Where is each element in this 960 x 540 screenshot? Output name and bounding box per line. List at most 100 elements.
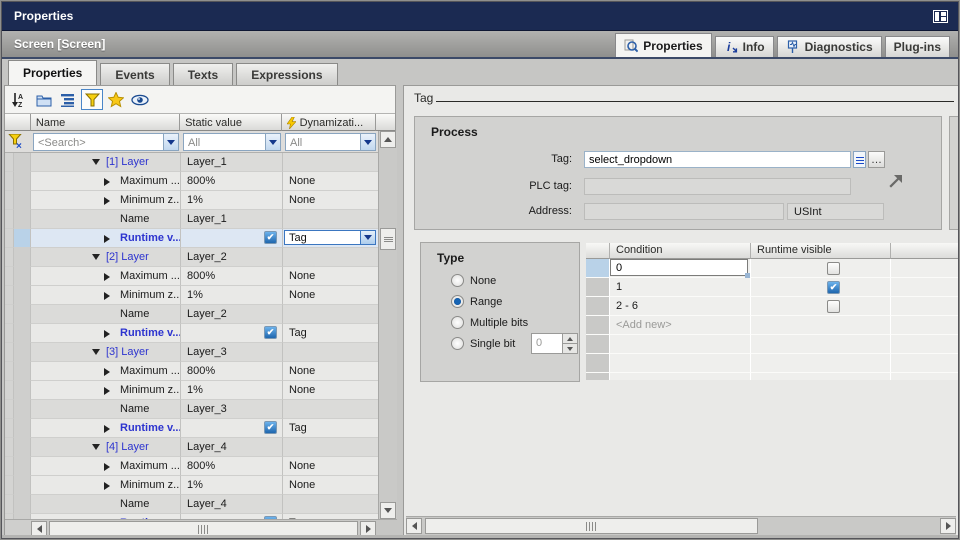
condition-edit-input[interactable]: 0 [610, 259, 748, 276]
filter-icon[interactable] [81, 89, 103, 110]
grid-row-name[interactable]: NameLayer_4 [5, 495, 378, 514]
grid-row-minimum-z[interactable]: Minimum z...1%None [5, 191, 378, 210]
expand-icon[interactable] [104, 463, 110, 471]
scroll-up-button[interactable] [380, 131, 396, 148]
sort-descending-icon[interactable]: AZ [11, 91, 29, 109]
static-value-filter-combo[interactable]: All [183, 133, 281, 151]
tab-texts[interactable]: Texts [173, 63, 233, 85]
tab-events[interactable]: Events [100, 63, 169, 85]
condition-cell[interactable]: 1 [610, 278, 751, 297]
grid-row-maximum[interactable]: Maximum ...800%None [5, 457, 378, 476]
tag-browse-button[interactable]: … [868, 151, 885, 168]
favorites-icon[interactable] [107, 91, 125, 109]
spinner-down-button[interactable] [562, 344, 577, 353]
grid-row-name[interactable]: NameLayer_2 [5, 305, 378, 324]
search-filter-dropdown-button[interactable] [163, 134, 178, 150]
condition-row[interactable]: 2 - 6 [586, 297, 959, 316]
expand-icon[interactable] [104, 197, 110, 205]
radio-option-multiple-bits[interactable]: Multiple bits [451, 315, 528, 330]
clear-filter-icon[interactable]: × [8, 134, 28, 150]
tab-properties[interactable]: Properties [8, 60, 97, 85]
view-tab-properties[interactable]: Properties [615, 33, 711, 57]
radio-option-none[interactable]: None [451, 273, 496, 288]
grid-row-maximum[interactable]: Maximum ...800%None [5, 172, 378, 191]
header-static-value[interactable]: Static value [180, 114, 281, 131]
radio-unselected[interactable] [451, 316, 464, 329]
tag-input[interactable]: select_dropdown [584, 151, 851, 168]
grid-row-runtime-v[interactable]: Runtime v...Tag [5, 229, 378, 248]
checkbox-checked[interactable] [827, 281, 840, 294]
expand-icon[interactable] [104, 387, 110, 395]
grid-row-3-layer[interactable]: [3] LayerLayer_3 [5, 343, 378, 362]
group-category-icon[interactable] [35, 91, 53, 109]
grid-vertical-scrollbar[interactable] [378, 131, 397, 519]
dynamization-dropdown[interactable]: Tag [284, 230, 376, 245]
runtime-visible-cell[interactable] [751, 316, 891, 335]
vertical-scroll-thumb[interactable] [380, 228, 396, 250]
condition-cell[interactable]: 0 [610, 259, 751, 278]
dropdown-button[interactable] [360, 231, 375, 244]
radio-unselected[interactable] [451, 274, 464, 287]
grid-row-4-layer[interactable]: [4] LayerLayer_4 [5, 438, 378, 457]
pane-layout-icon[interactable] [933, 10, 948, 23]
spinner-up-button[interactable] [562, 334, 577, 344]
collapse-icon[interactable] [92, 349, 100, 355]
grid-row-runtime-v[interactable]: Runtime v...Tag [5, 324, 378, 343]
grid-row-2-layer[interactable]: [2] LayerLayer_2 [5, 248, 378, 267]
expand-icon[interactable] [104, 425, 110, 433]
grid-row-name[interactable]: NameLayer_1 [5, 210, 378, 229]
grid-row-minimum-z[interactable]: Minimum z...1%None [5, 286, 378, 305]
condition-row[interactable]: <Add new> [586, 316, 959, 335]
condition-header-condition[interactable]: Condition [610, 243, 751, 259]
tab-expressions[interactable]: Expressions [236, 63, 337, 85]
checkbox-checked[interactable] [264, 231, 277, 244]
expand-icon[interactable] [104, 368, 110, 376]
condition-row[interactable]: 1 [586, 278, 959, 297]
view-tab-info[interactable]: iInfo [715, 36, 774, 57]
scroll-right-button[interactable] [940, 518, 956, 534]
radio-option-range[interactable]: Range [451, 294, 502, 309]
runtime-visible-cell[interactable] [751, 259, 891, 278]
collapse-icon[interactable] [92, 159, 100, 165]
tag-list-button[interactable] [853, 151, 866, 168]
checkbox-unchecked[interactable] [827, 262, 840, 275]
search-filter-combo[interactable]: <Search> [33, 133, 179, 151]
radio-option-single-bit[interactable]: Single bit [451, 336, 515, 351]
condition-header-runtime-visible[interactable]: Runtime visible [751, 243, 891, 259]
detail-horizontal-scrollbar[interactable] [406, 516, 956, 535]
condition-cell[interactable]: 2 - 6 [610, 297, 751, 316]
condition-cell[interactable]: <Add new> [610, 316, 751, 335]
grid-row-maximum[interactable]: Maximum ...800%None [5, 362, 378, 381]
checkbox-checked[interactable] [264, 326, 277, 339]
runtime-visible-cell[interactable] [751, 278, 891, 297]
grid-row-minimum-z[interactable]: Minimum z...1%None [5, 381, 378, 400]
grid-row-runtime-v[interactable]: Runtime v...Tag [5, 419, 378, 438]
collapse-icon[interactable] [92, 444, 100, 450]
dynamization-filter-combo[interactable]: All [285, 133, 376, 151]
checkbox-checked[interactable] [264, 421, 277, 434]
horizontal-scroll-thumb[interactable] [425, 518, 758, 534]
condition-row[interactable]: 0 [586, 259, 959, 278]
grid-row-name[interactable]: NameLayer_3 [5, 400, 378, 419]
eye-icon[interactable] [131, 91, 149, 109]
goto-plc-tag-icon[interactable] [888, 175, 902, 189]
view-tab-plug-ins[interactable]: Plug-ins [885, 36, 950, 57]
overview-list-icon[interactable] [59, 91, 77, 109]
single-bit-spinner[interactable]: 0 [531, 333, 578, 354]
view-tab-diagnostics[interactable]: Diagnostics [777, 36, 882, 57]
collapse-icon[interactable] [92, 254, 100, 260]
radio-selected[interactable] [451, 295, 464, 308]
runtime-visible-cell[interactable] [751, 297, 891, 316]
header-name[interactable]: Name [31, 114, 180, 131]
expand-icon[interactable] [104, 273, 110, 281]
expand-icon[interactable] [104, 178, 110, 186]
grid-row-maximum[interactable]: Maximum ...800%None [5, 267, 378, 286]
expand-icon[interactable] [104, 330, 110, 338]
grid-row-1-layer[interactable]: [1] LayerLayer_1 [5, 153, 378, 172]
radio-unselected[interactable] [451, 337, 464, 350]
scroll-left-button[interactable] [406, 518, 422, 534]
checkbox-unchecked[interactable] [827, 300, 840, 313]
grid-row-minimum-z[interactable]: Minimum z...1%None [5, 476, 378, 495]
static-value-filter-dropdown-button[interactable] [265, 134, 280, 150]
header-dynamization[interactable]: Dynamizati... [282, 114, 377, 131]
